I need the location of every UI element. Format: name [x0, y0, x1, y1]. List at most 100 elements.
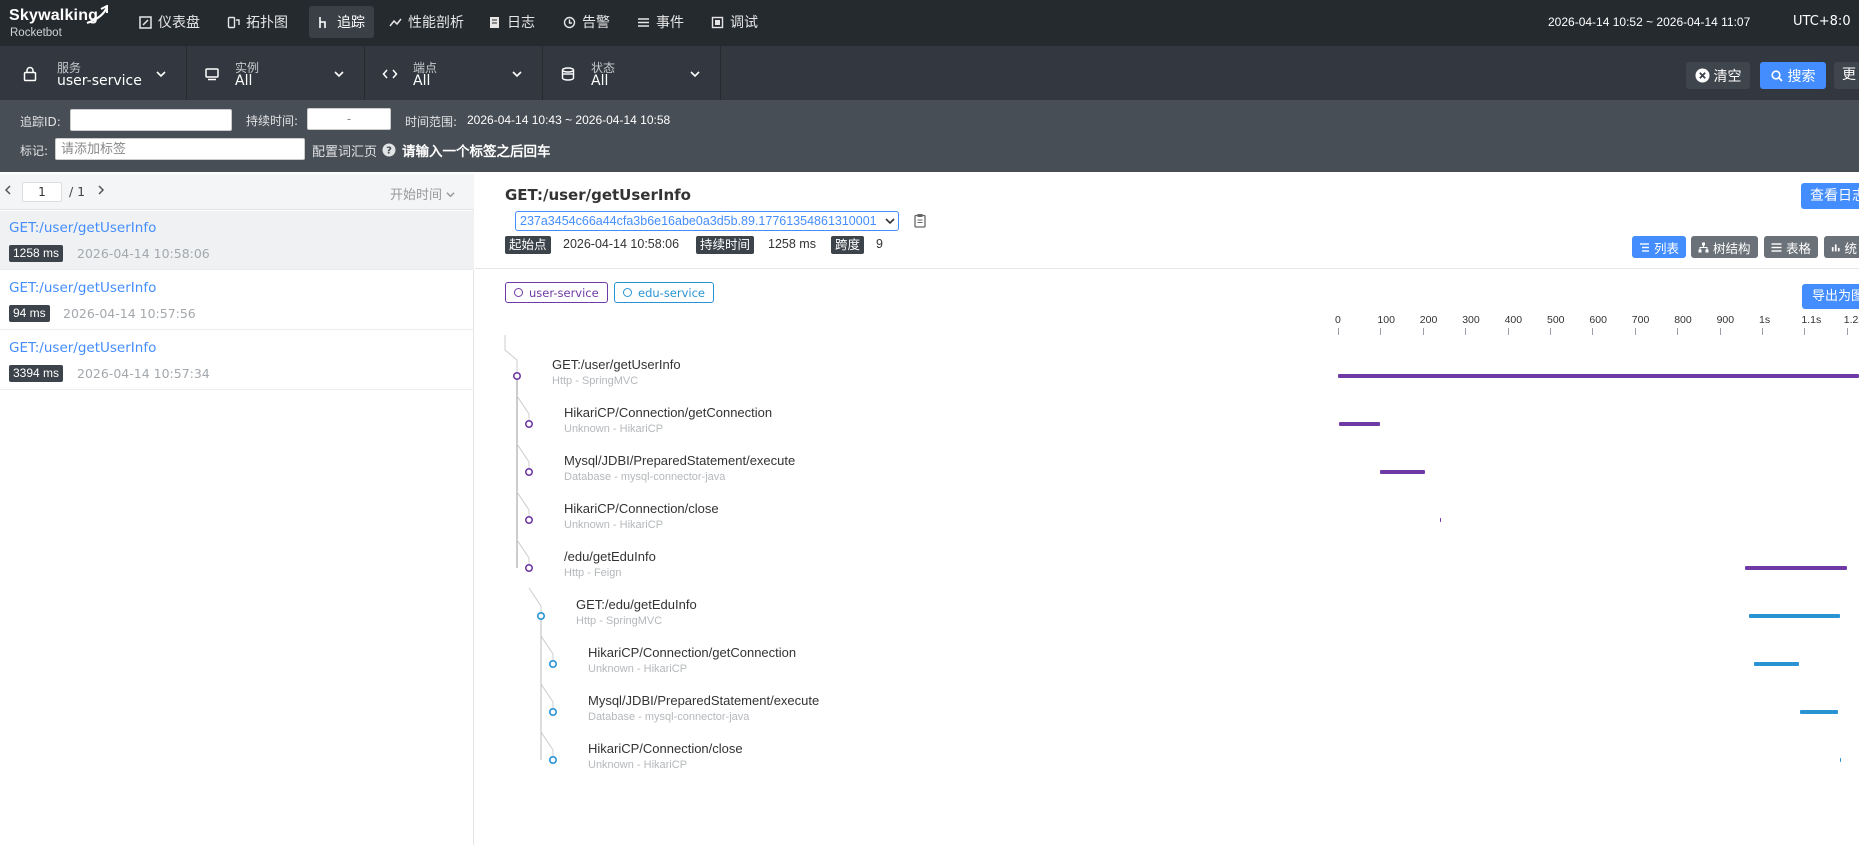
search-panel: 追踪ID: 持续时间: - 时间范围: 2026-04-14 10:43 ~ 2…	[0, 100, 1859, 172]
log-icon	[490, 16, 499, 28]
chevron-down-icon	[156, 71, 166, 78]
service-value: user-service	[57, 73, 142, 89]
span-node-icon	[536, 611, 545, 620]
nav-dashboard[interactable]: 仪表盘	[130, 6, 209, 38]
nav-label: 仪表盘	[158, 15, 200, 31]
trace-list-item[interactable]: GET:/user/getUserInfo 1258 ms 2026-04-14…	[0, 211, 474, 270]
endpoint-selector[interactable]: 端点 All	[366, 46, 543, 100]
nav-label: 拓扑图	[246, 15, 288, 31]
nav-alarm[interactable]: 告警	[554, 6, 619, 38]
topology-icon	[227, 16, 240, 28]
view-table-button[interactable]: 表格	[1764, 236, 1819, 258]
nav-topology[interactable]: 拓扑图	[218, 6, 297, 38]
chevron-right-icon[interactable]	[96, 184, 106, 196]
trace-list-item[interactable]: GET:/user/getUserInfo 3394 ms 2026-04-14…	[0, 331, 474, 390]
nav-event[interactable]: 事件	[628, 6, 693, 38]
instance-selector[interactable]: 实例 All	[188, 46, 365, 100]
timezone[interactable]: UTC+8:0	[1793, 14, 1851, 29]
span-duration-bar	[1839, 758, 1842, 762]
service-legend-edu-service[interactable]: edu-service	[614, 282, 715, 303]
nav-profile[interactable]: 性能剖析	[380, 6, 473, 38]
trace-id-input[interactable]	[70, 109, 232, 131]
span-duration-bar	[1380, 470, 1425, 474]
service-selector[interactable]: 服务 user-service	[0, 46, 187, 100]
view-list-button[interactable]: 列表	[1632, 236, 1687, 258]
config-link[interactable]: 配置词汇页	[312, 141, 377, 160]
trace-start-time: 2026-04-14 10:57:56	[63, 306, 196, 321]
more-button[interactable]: 更	[1834, 62, 1859, 89]
clipboard-icon[interactable]	[913, 213, 927, 228]
span-name: HikariCP/Connection/getConnection	[588, 645, 797, 660]
trace-duration-badge: 1258 ms	[9, 245, 64, 262]
service-legend-label: edu-service	[638, 285, 706, 300]
tree-line	[516, 539, 530, 568]
tree-line	[504, 335, 518, 376]
chevron-down-icon	[512, 71, 522, 78]
trace-list-panel: 1 / 1 开始时间 GET:/user/getUserInfo 1258 ms…	[0, 174, 474, 845]
span-node-icon	[548, 707, 557, 716]
span-name: HikariCP/Connection/close	[588, 741, 743, 756]
global-time-range[interactable]: 2026-04-14 10:52 ~ 2026-04-14 11:07	[1548, 15, 1750, 29]
span-node-icon	[524, 564, 533, 573]
nav-trace[interactable]: 追踪	[309, 6, 374, 38]
tag-label: 标记:	[20, 144, 49, 158]
status-selector[interactable]: 状态 All	[544, 46, 721, 100]
logo[interactable]: Skywalking Rocketbot	[9, 5, 119, 43]
code-icon	[382, 69, 398, 79]
span-component: Unknown - HikariCP	[564, 423, 664, 435]
tree-line	[516, 443, 530, 472]
nav-log[interactable]: 日志	[479, 6, 544, 38]
span-duration-bar	[1338, 374, 1859, 378]
trace-endpoint: GET:/user/getUserInfo	[9, 220, 157, 236]
bar-chart-icon	[1831, 243, 1840, 251]
axis-tick-mark	[1380, 328, 1382, 335]
trace-start-time: 2026-04-14 10:57:34	[77, 366, 210, 381]
tree-line	[516, 395, 530, 424]
trace-list-item[interactable]: GET:/user/getUserInfo 94 ms 2026-04-14 1…	[0, 271, 474, 330]
axis-tick-label: 1.1s	[1801, 314, 1822, 326]
debug-icon	[711, 16, 724, 28]
span-component: Database - mysql-connector-java	[588, 711, 750, 723]
search-label: 搜索	[1787, 68, 1816, 85]
service-legend-user-service[interactable]: user-service	[505, 282, 608, 303]
chevron-left-icon[interactable]	[3, 184, 13, 196]
sort-selector[interactable]: 开始时间	[390, 184, 455, 203]
help-icon[interactable]: ?	[382, 143, 396, 157]
page-input[interactable]: 1	[22, 182, 62, 202]
clear-label: 清空	[1713, 68, 1742, 85]
trace-id-select[interactable]: 237a3454c66a44cfa3b6e16abe0a3d5b.89.1776…	[515, 211, 899, 231]
time-range-value[interactable]: 2026-04-14 10:43 ~ 2026-04-14 10:58	[467, 113, 670, 127]
span-tag: 跨度	[831, 236, 865, 254]
time-range-label: 时间范围:	[405, 115, 458, 129]
tree-icon	[1698, 242, 1709, 252]
search-icon	[1770, 69, 1783, 82]
span-duration-bar	[1745, 566, 1847, 570]
search-button[interactable]: 搜索	[1760, 62, 1826, 89]
view-tree-button[interactable]: 树结构	[1691, 236, 1758, 258]
tag-input[interactable]: 请添加标签	[55, 138, 305, 160]
table-icon	[1771, 242, 1782, 252]
chevron-down-icon	[334, 71, 344, 78]
view-stats-button[interactable]: 统	[1824, 236, 1859, 258]
axis-tick-mark	[1507, 328, 1509, 335]
axis-tick-mark	[1422, 328, 1424, 335]
duration-input[interactable]: -	[307, 108, 391, 130]
axis-tick-mark	[1719, 328, 1721, 335]
span-name: HikariCP/Connection/getConnection	[564, 405, 773, 420]
axis-tick-mark	[1592, 328, 1594, 335]
clear-button[interactable]: 清空	[1686, 62, 1750, 89]
endpoint-value: All	[413, 73, 431, 89]
nav-debug[interactable]: 调试	[702, 6, 767, 38]
export-image-button[interactable]: 导出为图	[1802, 284, 1859, 309]
tag-hint: 请输入一个标签之后回车	[402, 144, 551, 160]
view-log-button[interactable]: 查看日志	[1801, 183, 1859, 209]
nav-label: 性能剖析	[408, 15, 464, 31]
span-component: Unknown - HikariCP	[588, 663, 688, 675]
nav-label: 日志	[507, 15, 535, 31]
tree-line	[528, 587, 542, 616]
event-icon	[638, 17, 649, 27]
trace-id-label: 追踪ID:	[20, 115, 61, 129]
span-name: Mysql/JDBI/PreparedStatement/execute	[588, 693, 820, 708]
axis-tick-mark	[1677, 328, 1679, 335]
span-component: Unknown - HikariCP	[588, 759, 688, 771]
